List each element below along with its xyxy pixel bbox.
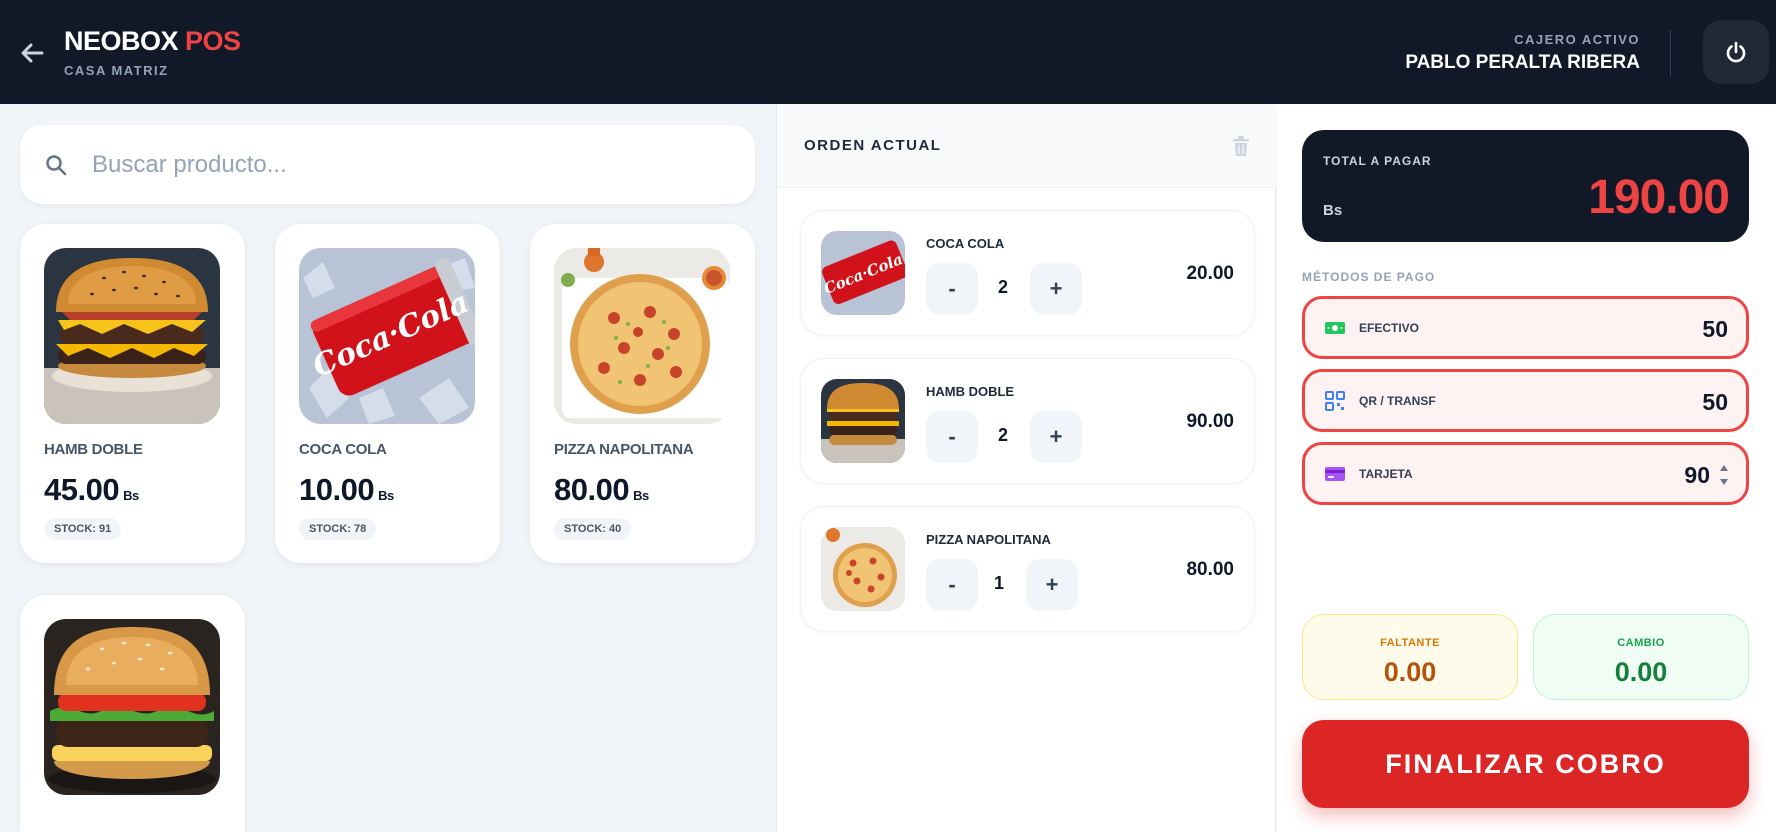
payment-method-label: QR / TRANSF <box>1359 394 1436 408</box>
decrease-qty-button[interactable]: - <box>926 263 978 315</box>
price-currency: Bs <box>123 488 139 503</box>
order-item-total: 80.00 <box>1186 559 1234 580</box>
price-value: 45.00 <box>44 472 120 507</box>
total-amount: 190.00 <box>1588 171 1730 224</box>
order-item-total: 20.00 <box>1186 263 1234 284</box>
search-bar[interactable] <box>20 125 755 204</box>
decrease-qty-button[interactable]: - <box>926 559 978 611</box>
qr-icon <box>1325 391 1345 411</box>
back-button[interactable] <box>16 36 48 68</box>
stock-badge: STOCK: 40 <box>554 518 632 540</box>
total-card: TOTAL A PAGAR Bs 190.00 <box>1302 130 1749 242</box>
top-bar: NEOBOX POS CASA MATRIZ CAJERO ACTIVO PAB… <box>0 0 1776 104</box>
increase-qty-button[interactable]: + <box>1030 263 1082 315</box>
product-card[interactable]: HAMB DOBLE 45.00 Bs STOCK: 91 <box>20 224 245 563</box>
power-icon <box>1726 41 1746 63</box>
order-item-qty: 2 <box>997 277 1008 297</box>
card-icon <box>1325 467 1345 481</box>
card-amount-input[interactable] <box>1590 455 1710 495</box>
branch-name: CASA MATRIZ <box>64 63 169 78</box>
change-amount-card: CAMBIO 0.00 <box>1533 614 1749 700</box>
order-header: ORDEN ACTUAL <box>777 104 1277 188</box>
order-item-qty: 1 <box>993 573 1004 593</box>
search-input[interactable] <box>92 143 712 187</box>
arrow-left-icon <box>21 43 44 63</box>
search-icon <box>46 155 67 176</box>
product-image-double-burger <box>44 248 220 424</box>
missing-label: FALTANTE <box>1380 637 1440 649</box>
brand-main: NEOBOX <box>64 26 179 56</box>
total-label: TOTAL A PAGAR <box>1323 154 1432 168</box>
order-item: Coca·Cola COCA COLA - 2 + 20.00 <box>800 210 1255 336</box>
logout-button[interactable] <box>1703 20 1769 84</box>
product-image-cheeseburger <box>44 619 220 795</box>
order-title: ORDEN ACTUAL <box>804 137 942 154</box>
increase-qty-button[interactable]: + <box>1026 559 1078 611</box>
product-card[interactable] <box>20 595 245 832</box>
price-value: 80.00 <box>554 472 630 507</box>
app-logo: NEOBOX POS <box>64 26 241 57</box>
product-price: 80.00 Bs <box>554 472 649 508</box>
change-label: CAMBIO <box>1617 637 1665 649</box>
payment-methods-label: MÉTODOS DE PAGO <box>1302 270 1436 284</box>
product-name: PIZZA NAPOLITANA <box>554 441 694 458</box>
cash-amount-input[interactable] <box>1608 309 1728 349</box>
order-item-name: COCA COLA <box>926 236 1005 251</box>
qr-amount-input[interactable] <box>1608 382 1728 422</box>
order-item: HAMB DOBLE - 2 + 90.00 <box>800 358 1255 484</box>
stock-badge: STOCK: 78 <box>299 518 377 540</box>
product-card[interactable]: PIZZA NAPOLITANA 80.00 Bs STOCK: 40 <box>530 224 755 563</box>
product-image-pizza <box>554 248 730 424</box>
order-item-name: HAMB DOBLE <box>926 384 1015 399</box>
order-thumb-coca-cola: Coca·Cola <box>821 231 905 315</box>
cashier-label: CAJERO ACTIVO <box>1514 32 1640 47</box>
missing-value: 0.00 <box>1383 657 1437 687</box>
product-name: COCA COLA <box>299 441 387 458</box>
price-currency: Bs <box>633 488 649 503</box>
trash-icon[interactable] <box>1229 134 1253 158</box>
price-currency: Bs <box>378 488 394 503</box>
missing-amount-card: FALTANTE 0.00 <box>1302 614 1518 700</box>
order-panel: ORDEN ACTUAL Coca·Cola COCA COLA - 2 + 2… <box>776 104 1277 832</box>
product-card[interactable]: Coca·Cola COCA COLA 10.00 Bs STOCK: 78 <box>275 224 500 563</box>
change-value: 0.00 <box>1614 657 1668 687</box>
order-thumb-double-burger <box>821 379 905 463</box>
payment-panel: TOTAL A PAGAR Bs 190.00 MÉTODOS DE PAGO … <box>1277 104 1776 832</box>
stock-badge: STOCK: 91 <box>44 518 122 540</box>
payment-method-qr: QR / TRANSF <box>1302 369 1749 432</box>
order-item-qty: 2 <box>997 425 1008 445</box>
total-currency: Bs <box>1323 202 1343 219</box>
order-item-name: PIZZA NAPOLITANA <box>926 532 1051 547</box>
product-price: 10.00 Bs <box>299 472 394 508</box>
brand-accent: POS <box>185 26 241 56</box>
decrease-qty-button[interactable]: - <box>926 411 978 463</box>
header-divider <box>1670 30 1671 76</box>
cash-icon <box>1325 322 1345 334</box>
price-value: 10.00 <box>299 472 375 507</box>
increase-qty-button[interactable]: + <box>1030 411 1082 463</box>
finalize-payment-button[interactable]: FINALIZAR COBRO <box>1302 720 1749 808</box>
product-price: 45.00 Bs <box>44 472 139 508</box>
product-name: HAMB DOBLE <box>44 441 143 458</box>
number-spinner[interactable] <box>1718 459 1730 491</box>
payment-method-label: EFECTIVO <box>1359 321 1420 335</box>
payment-method-label: TARJETA <box>1359 467 1413 481</box>
payment-method-cash: EFECTIVO <box>1302 296 1749 359</box>
order-item-total: 90.00 <box>1186 411 1234 432</box>
payment-method-card: TARJETA <box>1302 442 1749 505</box>
order-thumb-pizza <box>821 527 905 611</box>
product-image-coca-cola-can: Coca·Cola <box>299 248 475 424</box>
order-item: PIZZA NAPOLITANA - 1 + 80.00 <box>800 506 1255 632</box>
cashier-name: PABLO PERALTA RIBERA <box>1405 52 1640 73</box>
